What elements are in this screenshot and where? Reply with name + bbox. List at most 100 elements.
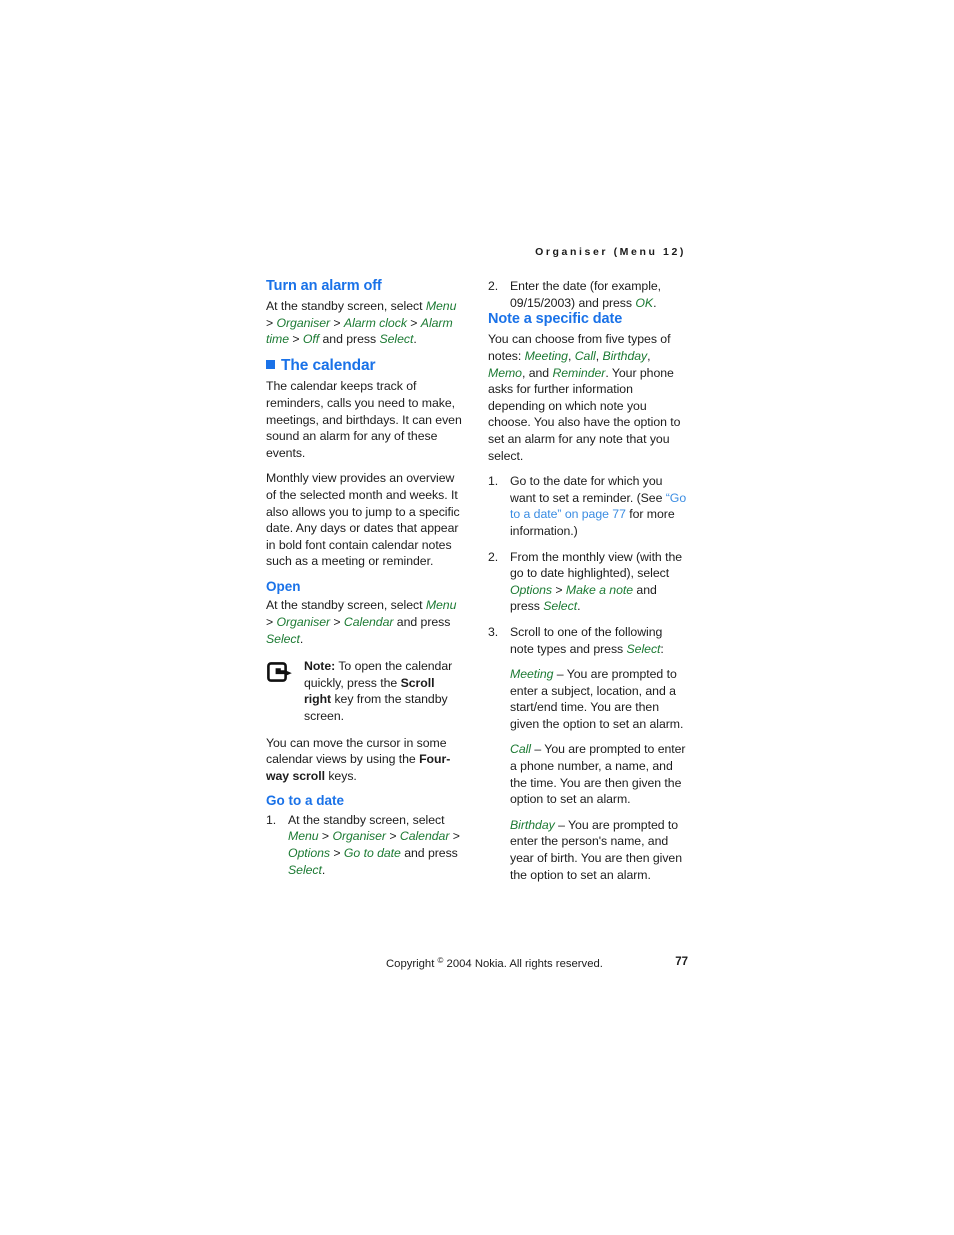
- ui-path-calendar: Calendar: [399, 829, 450, 844]
- step-number: 1.: [488, 474, 499, 489]
- heading-open: Open: [266, 578, 301, 594]
- text-tail: :: [660, 641, 664, 656]
- dash: –: [530, 742, 545, 757]
- ui-separator: >: [330, 315, 344, 330]
- paragraph-calendar-monthly-view: Monthly view provides an overview of the…: [266, 471, 460, 569]
- note-label: Note:: [304, 659, 336, 674]
- note-type-description-birthday: Birthday – You are prompted to enter the…: [510, 817, 688, 883]
- ui-separator: >: [330, 615, 344, 630]
- ui-path-select: Select: [543, 599, 578, 614]
- list-item-step-3: 3. Scroll to one of the following note ty…: [488, 624, 688, 657]
- ui-separator: >: [266, 615, 277, 630]
- ui-path-calendar: Calendar: [343, 615, 394, 630]
- heading-the-calendar-label: The calendar: [281, 357, 376, 375]
- ui-path-select: Select: [626, 641, 661, 656]
- dash: –: [554, 817, 569, 832]
- ui-separator: >: [266, 315, 277, 330]
- text-lead: At the standby screen, select: [266, 598, 426, 613]
- ui-note-type-memo: Memo: [488, 365, 522, 380]
- ui-note-type-reminder: Reminder: [552, 365, 606, 380]
- step-number: 2.: [488, 549, 499, 564]
- ui-path-select: Select: [288, 862, 322, 877]
- text-part2: keys.: [324, 768, 357, 783]
- ui-path-alarm-clock: Alarm clock: [343, 315, 407, 330]
- ui-path-make-a-note: Make a note: [565, 582, 634, 597]
- paragraph-note-types-intro: You can choose from five types of notes:…: [488, 331, 688, 464]
- square-bullet-icon: [266, 360, 275, 370]
- list-item-step-2-continued: 2. Enter the date (for example, 09/15/200…: [488, 278, 688, 311]
- ui-separator: >: [552, 582, 566, 597]
- text-end: .: [299, 631, 304, 646]
- note-type-description-meeting: Meeting – You are prompted to enter a su…: [510, 666, 688, 732]
- running-header: Organiser (Menu 12): [535, 246, 686, 258]
- ui-note-type-meeting: Meeting: [510, 667, 554, 682]
- left-column: Turn an alarm off At the standby screen,…: [266, 278, 462, 878]
- list-continued-steps: 2. Enter the date (for example, 09/15/200…: [488, 278, 688, 311]
- note-type-description-call: Call – You are prompted to enter a phone…: [510, 741, 688, 807]
- ui-note-type-birthday: Birthday: [510, 817, 555, 832]
- step-number: 2.: [488, 279, 499, 293]
- list-item-step-1: 1. Go to the date for which you want to s…: [488, 473, 688, 539]
- ui-path-menu: Menu: [425, 598, 457, 613]
- text-lead: From the monthly view (with the go to da…: [510, 549, 683, 581]
- text-end: .: [413, 332, 417, 347]
- ui-separator: >: [406, 315, 421, 330]
- ui-note-type-meeting: Meeting: [524, 349, 568, 364]
- step-number: 3.: [488, 624, 499, 639]
- ui-path-options: Options: [288, 846, 331, 861]
- step-number: 1.: [266, 812, 277, 827]
- paragraph-turn-alarm-off: At the standby screen, select Menu > Org…: [266, 298, 462, 348]
- right-column: 2. Enter the date (for example, 09/15/200…: [488, 278, 688, 892]
- ui-separator: >: [330, 846, 344, 861]
- text-end: .: [653, 295, 657, 310]
- ui-path-organiser: Organiser: [276, 615, 331, 630]
- paragraph-cursor-movement: You can move the cursor in some calendar…: [266, 735, 462, 785]
- ui-path-menu: Menu: [425, 299, 457, 314]
- heading-note-a-specific-date: Note a specific date: [488, 311, 623, 328]
- heading-turn-an-alarm-off: Turn an alarm off: [266, 278, 382, 294]
- page-number: 77: [675, 956, 688, 968]
- note-callout: Note: To open the calendar quickly, pres…: [266, 658, 462, 724]
- list-item-step-2: 2. From the monthly view (with the go to …: [488, 549, 688, 615]
- paragraph-calendar-intro: The calendar keeps track of reminders, c…: [266, 379, 462, 460]
- list-note-creation-steps: 1. Go to the date for which you want to s…: [488, 473, 688, 657]
- list-go-to-a-date-steps: 1. At the standby screen, select Menu > O…: [266, 812, 462, 878]
- heading-the-calendar: The calendar: [266, 357, 462, 374]
- ui-separator: >: [449, 829, 460, 844]
- paragraph-open-path: At the standby screen, select Menu > Org…: [266, 597, 462, 647]
- ui-note-type-call: Call: [574, 349, 596, 364]
- text-lead: At the standby screen, select: [288, 812, 445, 827]
- ui-note-type-birthday: Birthday: [602, 349, 648, 364]
- ui-path-options: Options: [510, 582, 553, 597]
- ui-path-select: Select: [379, 332, 414, 347]
- text-tail: .: [577, 599, 581, 614]
- ui-note-type-call: Call: [510, 742, 531, 757]
- note-callout-text: Note: To open the calendar quickly, pres…: [304, 658, 462, 724]
- text-lead: At the standby screen, select: [266, 299, 426, 314]
- text-mid: and press: [393, 615, 451, 630]
- ui-separator: >: [289, 332, 303, 347]
- ui-separator: >: [318, 829, 333, 844]
- dash: –: [553, 667, 567, 682]
- ui-path-ok: OK: [635, 295, 654, 310]
- ui-path-organiser: Organiser: [332, 829, 386, 844]
- comma: ,: [567, 349, 575, 364]
- manual-page: Organiser (Menu 12) Turn an alarm off At…: [0, 0, 954, 1235]
- ui-path-off: Off: [302, 332, 320, 347]
- list-item-step-1: 1. At the standby screen, select Menu > O…: [266, 812, 462, 878]
- copyright-pre: Copyright: [386, 958, 438, 970]
- ui-path-menu: Menu: [288, 829, 319, 844]
- text-mid: and press: [319, 332, 380, 347]
- copyright-notice: Copyright © 2004 Nokia. All rights reser…: [386, 956, 603, 970]
- ui-separator: >: [385, 829, 400, 844]
- comma: ,: [647, 349, 651, 364]
- text-lead: Go to the date for which you want to set…: [510, 474, 666, 505]
- ui-path-organiser: Organiser: [276, 315, 331, 330]
- text-mid: and press: [400, 846, 458, 861]
- text-end: .: [321, 862, 326, 877]
- ui-path-go-to-date: Go to date: [343, 846, 401, 861]
- copyright-post: 2004 Nokia. All rights reserved.: [443, 958, 603, 970]
- comma: , and: [521, 365, 553, 380]
- note-pointer-icon: [267, 662, 297, 684]
- text-tail: . Your phone asks for further informatio…: [488, 365, 681, 463]
